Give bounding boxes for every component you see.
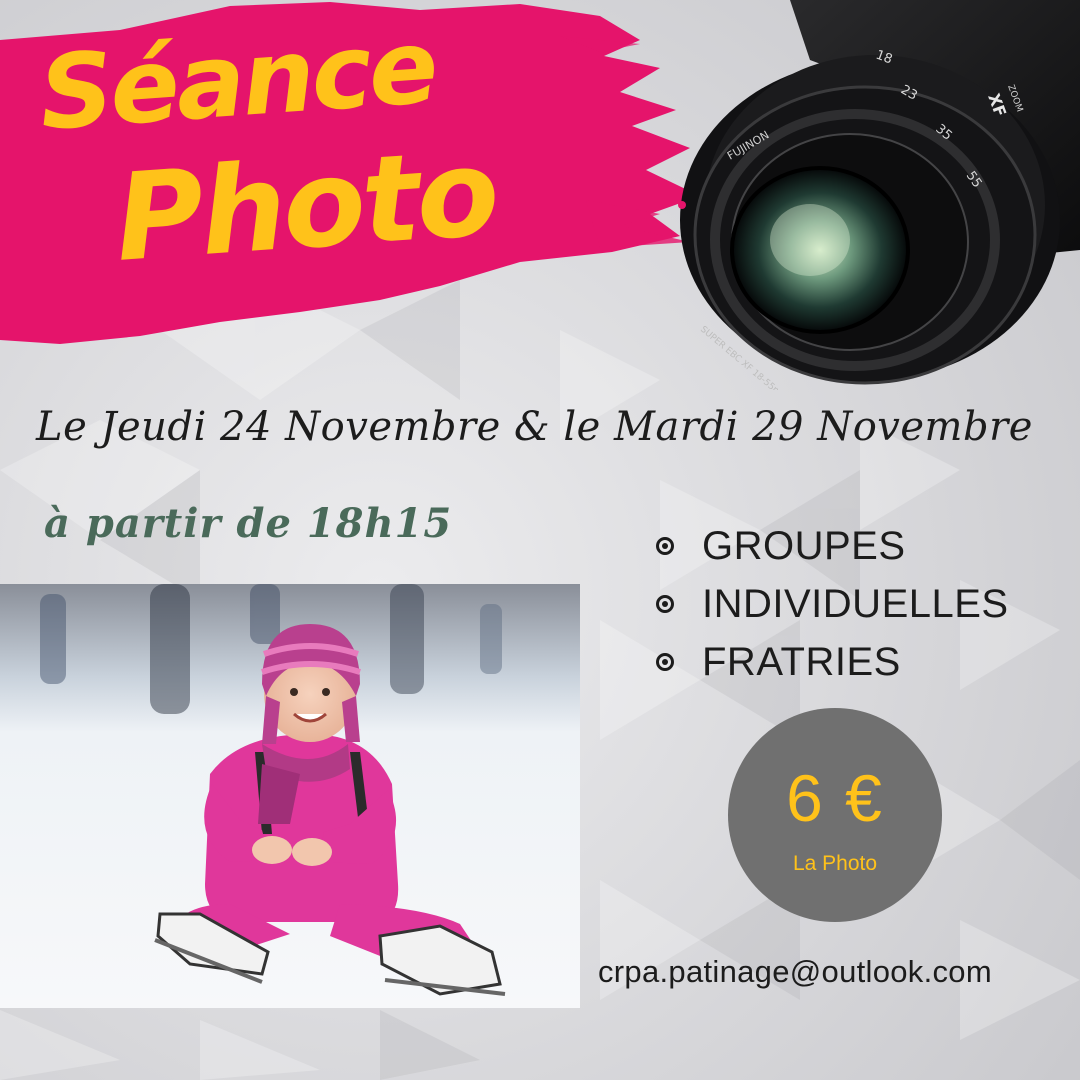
event-dates: Le Jeudi 24 Novembre & le Mardi 29 Novem… — [36, 404, 1033, 450]
option-individuelles: INDIVIDUELLES — [656, 576, 1009, 632]
option-label: GROUPES — [702, 523, 906, 568]
title-line-photo: Photo — [111, 123, 501, 289]
option-label: INDIVIDUELLES — [702, 581, 1009, 626]
bullet-icon — [656, 595, 674, 613]
price-amount: 6 € — [786, 761, 884, 835]
page-title: Séance Photo — [36, 8, 560, 289]
contact-email: crpa.patinage@outlook.com — [598, 954, 992, 989]
start-time: à partir de 18h15 — [44, 500, 453, 547]
skater-photo — [0, 584, 580, 1008]
price-badge: 6 € La Photo — [728, 708, 942, 922]
price-label: La Photo — [792, 852, 878, 875]
bullet-icon — [656, 653, 674, 671]
option-label: FRATRIES — [702, 639, 901, 684]
options-list: GROUPES INDIVIDUELLES FRATRIES — [656, 518, 1009, 692]
option-fratries: FRATRIES — [656, 634, 1009, 690]
option-groupes: GROUPES — [656, 518, 1009, 574]
camera-lens-image: 18 23 35 55 XF ZOOM FUJINON SUPER EBC XF… — [678, 0, 1080, 390]
bullet-icon — [656, 537, 674, 555]
